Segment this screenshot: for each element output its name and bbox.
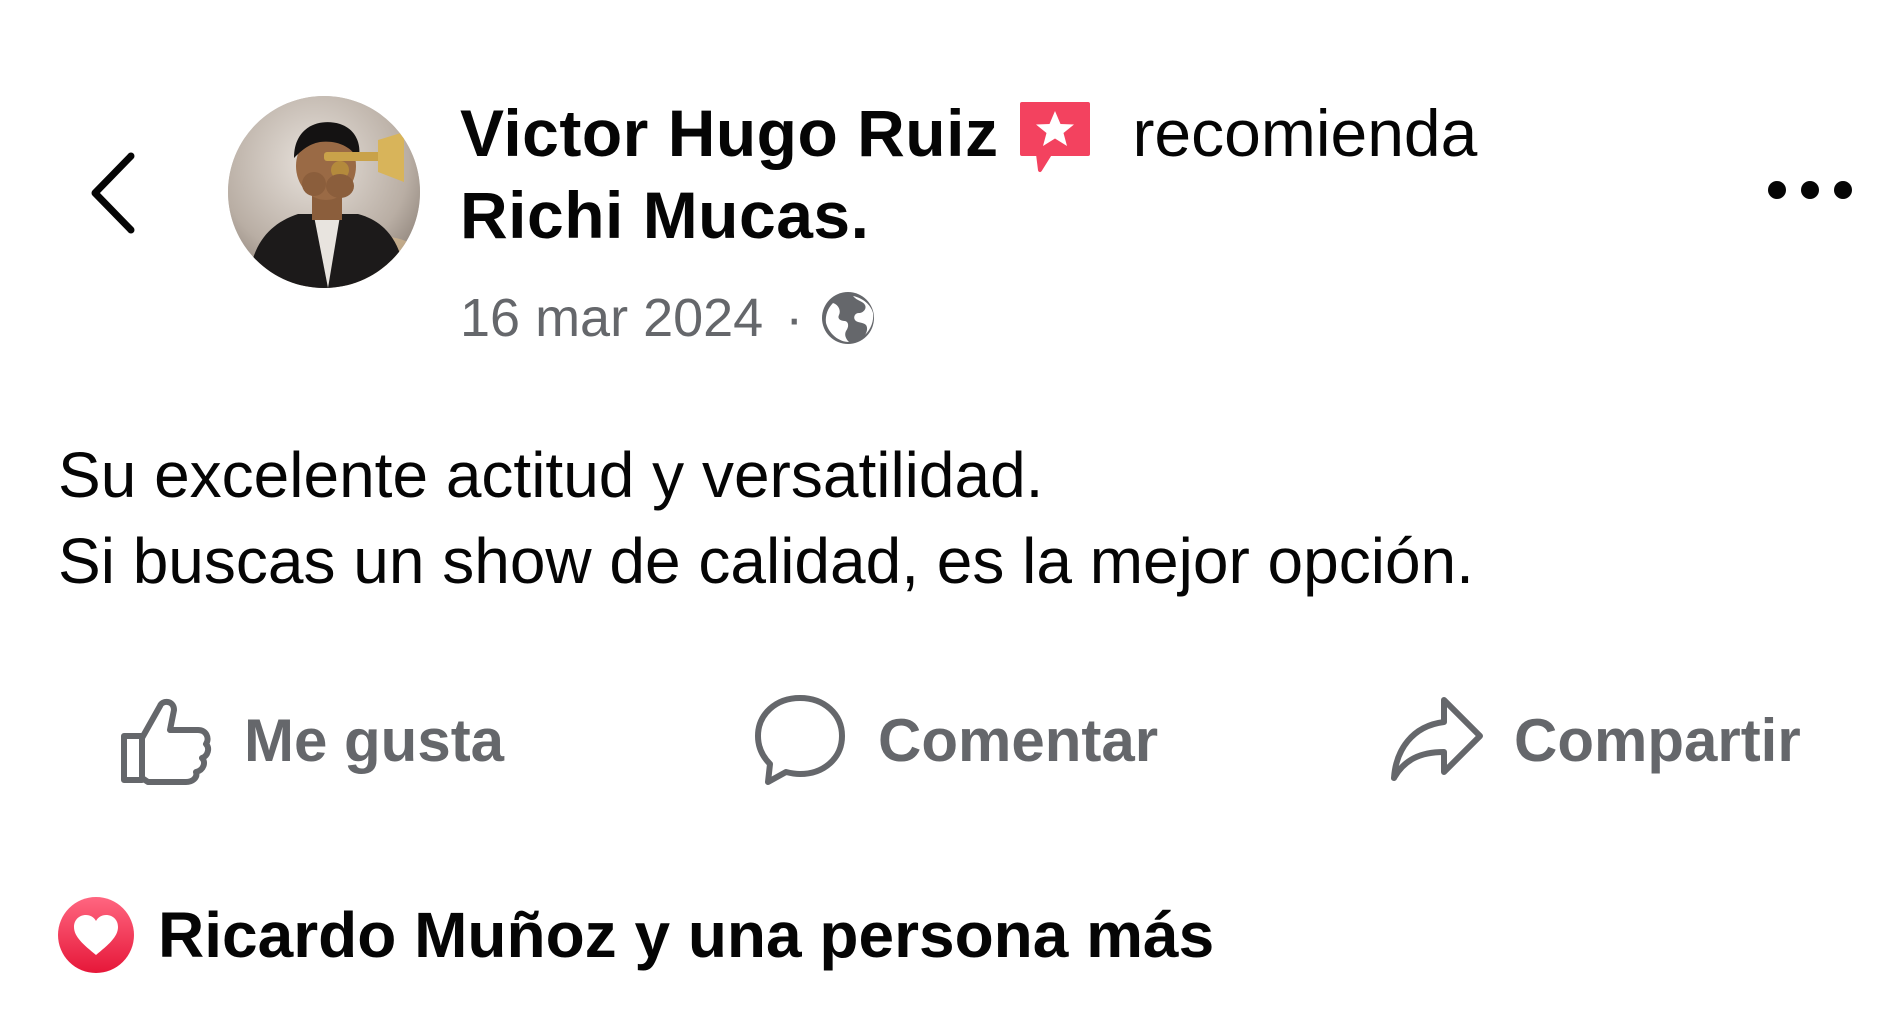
author-avatar[interactable]: [228, 96, 420, 288]
thumbs-up-icon: [121, 698, 212, 785]
back-button[interactable]: [78, 148, 148, 238]
share-button[interactable]: Compartir: [1388, 690, 1801, 790]
like-label: Me gusta: [244, 706, 505, 774]
post-header-line: Victor Hugo Ruiz recomienda: [460, 92, 1660, 174]
share-label: Compartir: [1514, 706, 1801, 774]
comment-button[interactable]: Comentar: [752, 690, 1158, 790]
more-options-button[interactable]: [1760, 165, 1860, 215]
author-name[interactable]: Victor Hugo Ruiz: [460, 92, 998, 174]
like-button[interactable]: Me gusta: [118, 690, 504, 790]
post-action-bar: Me gusta Comentar Compartir: [0, 690, 1904, 790]
post-meta: 16 mar 2024 ·: [460, 286, 877, 350]
post-body-line: Si buscas un show de calidad, es la mejo…: [58, 525, 1474, 597]
share-arrow-icon: [1391, 697, 1483, 781]
love-reaction-icon: [58, 897, 134, 973]
recommend-star-badge-icon: [1020, 102, 1091, 172]
reactions-summary[interactable]: Ricardo Muñoz y una persona más: [56, 890, 1214, 980]
reactions-summary-text: Ricardo Muñoz y una persona más: [158, 899, 1215, 971]
post-header: Victor Hugo Ruiz recomienda Richi Mucas.: [460, 92, 1660, 256]
post-body-line: Su excelente actitud y versatilidad.: [58, 439, 1044, 511]
recommended-page-name[interactable]: Richi Mucas.: [460, 174, 1660, 256]
post-date[interactable]: 16 mar 2024: [460, 287, 763, 349]
avatar-photo: [228, 96, 420, 288]
chevron-left-icon: [91, 152, 135, 234]
more-dots-icon: [1768, 181, 1852, 199]
meta-separator: ·: [785, 288, 804, 348]
recommend-text: recomienda: [1132, 96, 1478, 170]
post-body: Su excelente actitud y versatilidad. Si …: [58, 432, 1858, 604]
globe-icon[interactable]: [819, 289, 877, 347]
comment-bubble-icon: [755, 695, 845, 785]
comment-label: Comentar: [878, 706, 1159, 774]
